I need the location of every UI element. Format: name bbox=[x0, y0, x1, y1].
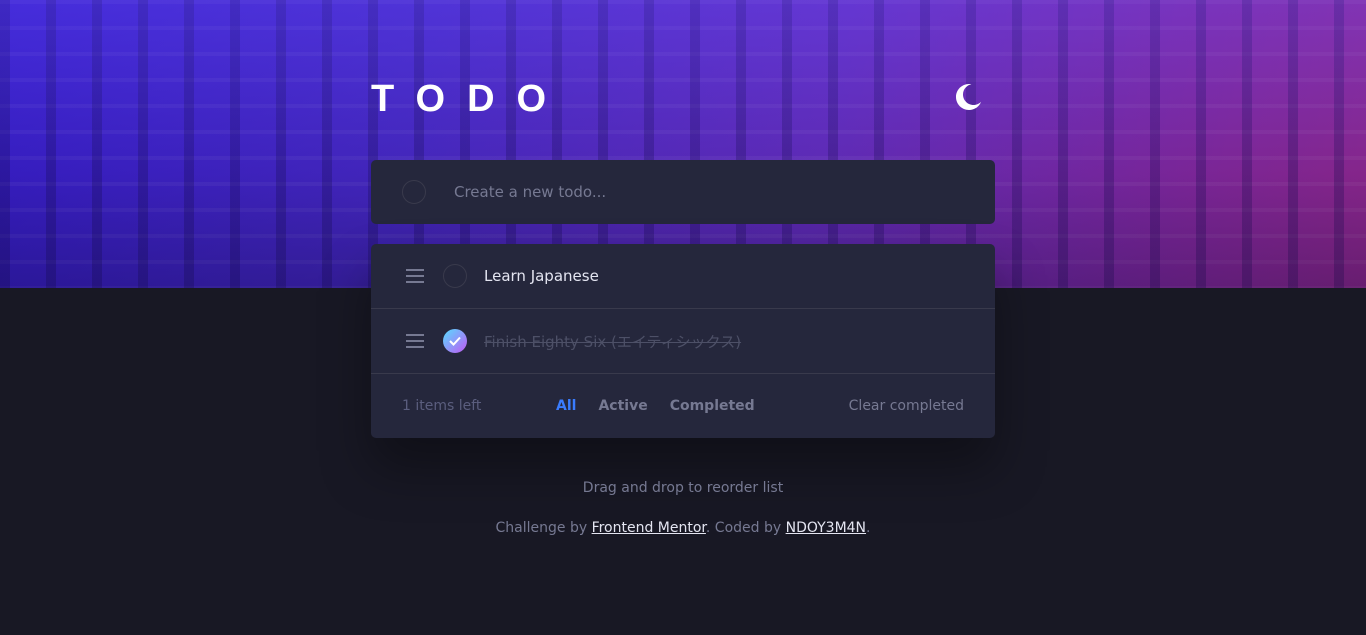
author-link[interactable]: NDOY3M4N bbox=[786, 520, 866, 536]
filter-completed[interactable]: Completed bbox=[670, 398, 755, 414]
todo-list: Learn Japanese Finish Eighty Six (エイティシッ… bbox=[371, 244, 995, 438]
attribution: Challenge by Frontend Mentor. Coded by N… bbox=[0, 520, 1366, 536]
todo-footer: 1 items left All Active Completed Clear … bbox=[371, 374, 995, 438]
todo-checked-circle[interactable] bbox=[443, 329, 467, 353]
items-left-count: 1 items left bbox=[402, 398, 482, 414]
moon-icon bbox=[956, 84, 982, 110]
filter-all[interactable]: All bbox=[556, 398, 576, 414]
filter-active[interactable]: Active bbox=[598, 398, 647, 414]
attribution-prefix: Challenge by bbox=[495, 520, 592, 536]
clear-completed-button[interactable]: Clear completed bbox=[849, 398, 964, 414]
filter-tabs: All Active Completed bbox=[556, 398, 755, 414]
todo-item-text: Finish Eighty Six (エイティシックス) bbox=[484, 332, 742, 351]
attribution-suffix: . bbox=[866, 520, 871, 536]
todo-check-circle[interactable] bbox=[443, 264, 467, 288]
todo-item-text: Learn Japanese bbox=[484, 267, 599, 285]
reorder-hint: Drag and drop to reorder list bbox=[582, 480, 784, 496]
theme-toggle-button[interactable] bbox=[956, 84, 988, 118]
new-todo-input[interactable] bbox=[454, 183, 954, 201]
app-title: TODO bbox=[371, 78, 569, 120]
todo-item[interactable]: Finish Eighty Six (エイティシックス) bbox=[371, 309, 995, 374]
frontend-mentor-link[interactable]: Frontend Mentor bbox=[592, 520, 706, 536]
new-todo-check-circle[interactable] bbox=[402, 180, 426, 204]
checkmark-icon bbox=[449, 336, 461, 346]
todo-item[interactable]: Learn Japanese bbox=[371, 244, 995, 309]
new-todo-bar bbox=[371, 160, 995, 224]
drag-handle-icon[interactable] bbox=[406, 333, 424, 349]
attribution-middle: . Coded by bbox=[705, 520, 786, 536]
drag-handle-icon[interactable] bbox=[406, 268, 424, 284]
